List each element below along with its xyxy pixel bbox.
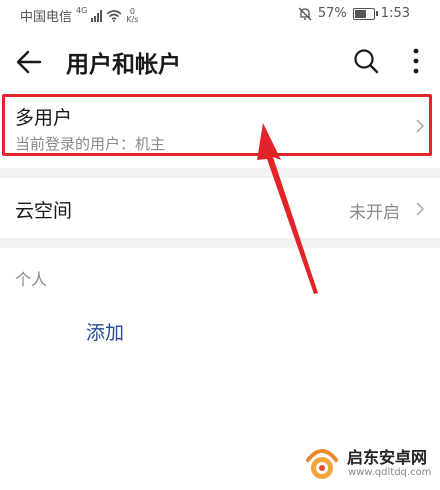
highlight-box bbox=[2, 94, 432, 156]
search-icon[interactable] bbox=[352, 47, 380, 75]
chevron-right-icon bbox=[416, 202, 425, 216]
add-user-button[interactable]: 添加 bbox=[86, 318, 124, 345]
back-arrow-icon[interactable] bbox=[14, 47, 44, 77]
cloud-space-row[interactable]: 云空间 未开启 bbox=[0, 182, 440, 236]
watermark-logo bbox=[306, 449, 338, 479]
cloud-space-status: 未开启 bbox=[349, 203, 400, 223]
watermark-brand: 启东安卓网 bbox=[347, 448, 428, 467]
mute-bell-icon bbox=[298, 7, 312, 20]
battery-icon bbox=[352, 7, 378, 20]
section-divider bbox=[0, 168, 440, 178]
carrier-name: 中国电信 bbox=[20, 10, 73, 25]
status-bar-right: 57% 1:53 bbox=[298, 6, 410, 21]
app-bar: 用户和帐户 bbox=[0, 30, 440, 92]
network-speed-unit: K/s bbox=[126, 14, 139, 24]
section-divider bbox=[0, 238, 440, 248]
watermark: 启东安卓网 www.qdltdq.com bbox=[302, 442, 432, 484]
section-label-personal: 个人 bbox=[15, 270, 48, 289]
page-title: 用户和帐户 bbox=[66, 52, 181, 78]
status-bar: 中国电信 4G 0 K/s 57% 1:53 bbox=[0, 0, 440, 30]
clock: 1:53 bbox=[380, 6, 410, 21]
signal-icon bbox=[91, 9, 103, 22]
network-speed: 0 K/s bbox=[126, 7, 139, 24]
status-bar-left: 中国电信 4G 0 K/s bbox=[20, 6, 138, 25]
watermark-url: www.qdltdq.com bbox=[348, 467, 432, 478]
cloud-space-title: 云空间 bbox=[15, 200, 73, 222]
battery-percent: 57% bbox=[317, 6, 347, 21]
network-type: 4G bbox=[76, 6, 88, 15]
wifi-icon bbox=[106, 9, 122, 22]
more-vertical-icon[interactable] bbox=[407, 47, 425, 75]
